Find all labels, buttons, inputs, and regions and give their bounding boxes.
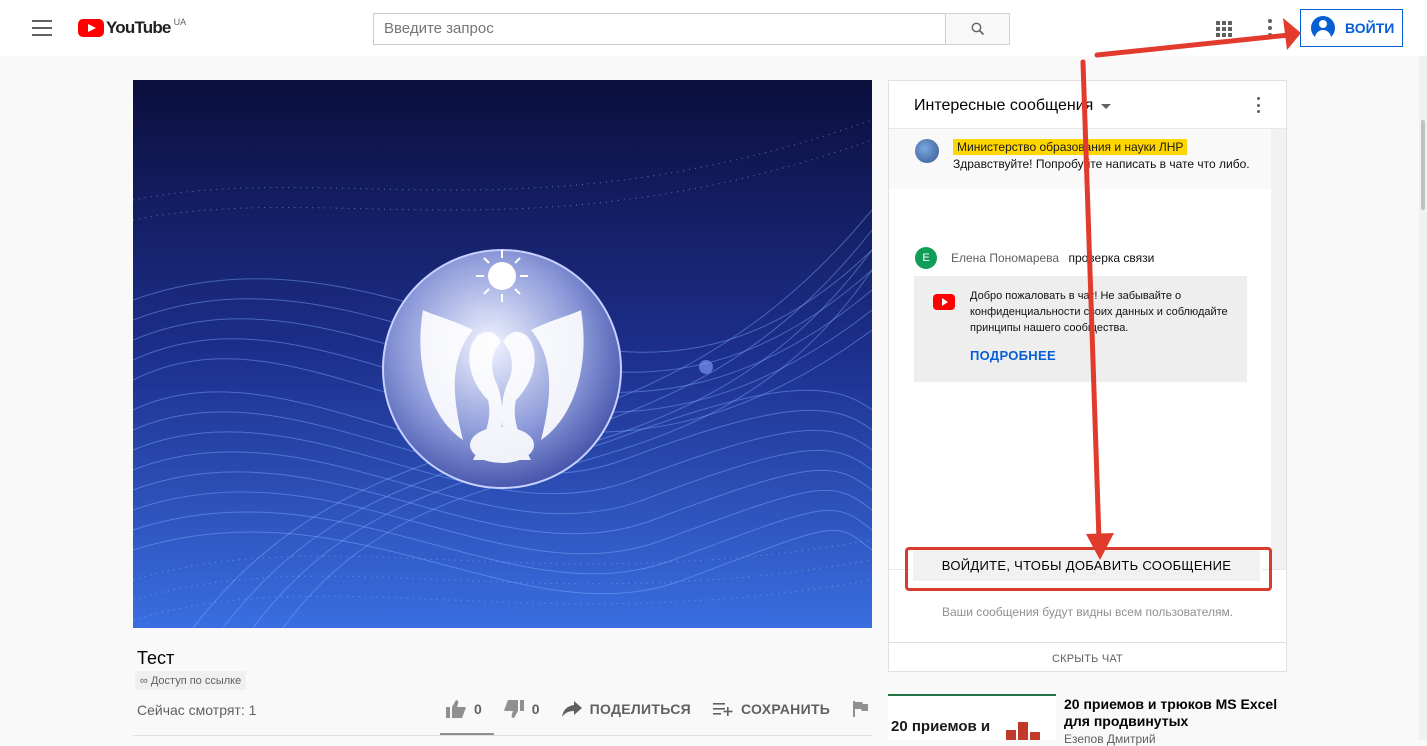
link-icon: ∞ [140,674,148,687]
thumbs-up-icon [446,700,466,718]
chart-bar-icon [1018,722,1028,740]
thumbs-down-icon [504,700,524,718]
share-icon [561,701,582,717]
logo-text: YouTube [106,18,171,37]
youtube-logo[interactable]: YouTube UA [78,17,187,37]
like-button[interactable]: 0 [446,700,482,718]
avatar[interactable]: E [915,247,937,269]
thumbnail-text: 20 приемов и [891,718,991,735]
top-bar: YouTube UA Введите запрос ВОЙТИ [0,0,1427,56]
chat-more-icon[interactable] [1257,97,1261,113]
video-title: Тест [137,648,175,668]
share-label: ПОДЕЛИТЬСЯ [589,701,691,717]
apps-grid-icon[interactable] [1216,21,1232,37]
watching-now: Сейчас смотрят: 1 [137,702,257,718]
save-button[interactable]: СОХРАНИТЬ [713,701,830,717]
video-actions: 0 0 ПОДЕЛИТЬСЯ СОХРАНИТЬ [446,700,890,718]
search-button[interactable] [946,13,1010,45]
search-input[interactable]: Введите запрос [373,13,946,45]
chat-header: Интересные сообщения [889,81,1286,129]
report-button[interactable] [852,701,869,717]
video-player[interactable] [133,80,872,628]
welcome-text: Добро пожаловать в чат! Не забывайте о к… [970,290,1228,334]
chat-scrollbar[interactable] [1271,129,1286,569]
visibility-note: Ваши сообщения будут видны всем пользова… [941,605,1234,619]
menu-icon[interactable] [32,20,52,36]
chat-author[interactable]: Елена Пономарева [951,251,1059,265]
youtube-play-icon [78,19,104,37]
divider [133,735,872,736]
chat-welcome-banner: Добро пожаловать в чат! Не забывайте о к… [914,276,1247,382]
chat-message: Елена Пономарева проверка связи [951,251,1154,265]
save-label: СОХРАНИТЬ [741,701,831,717]
avatar[interactable] [915,139,939,163]
youtube-icon [933,294,955,310]
chart-bar-icon [1030,732,1040,740]
video-thumbnail[interactable]: 20 приемов и [888,694,1056,740]
chat-mode-title[interactable]: Интересные сообщения [914,97,1093,115]
like-count: 0 [474,701,482,717]
search-icon [971,22,984,36]
chevron-down-icon[interactable] [1101,104,1111,109]
chat-message: Министерство образования и науки ЛНР Здр… [889,129,1271,189]
account-icon [1311,16,1335,40]
access-badge-label: Доступ по ссылке [150,674,242,687]
chart-bar-icon [1006,730,1016,740]
chat-message-text: Здравствуйте! Попробуйте написать в чате… [953,157,1250,171]
recommended-author[interactable]: Езепов Дмитрий [1064,732,1156,746]
access-badge: ∞ Доступ по ссылке [135,671,247,690]
chat-message-text: проверка связи [1068,251,1155,265]
annotation-highlight-box [905,547,1272,591]
video-frame-image [133,80,872,628]
learn-more-link[interactable]: ПОДРОБНЕЕ [970,348,1056,363]
signin-button[interactable]: ВОЙТИ [1300,9,1403,47]
hide-chat-button[interactable]: СКРЫТЬ ЧАТ [888,642,1287,672]
flag-icon [853,701,869,717]
page-scrollbar-thumb[interactable] [1421,120,1425,210]
playlist-add-icon [713,703,733,716]
chat-messages: Министерство образования и науки ЛНР Здр… [889,129,1286,569]
dislike-count: 0 [531,701,540,717]
recommended-title[interactable]: 20 приемов и трюков MS Excel для продвин… [1064,696,1284,730]
share-button[interactable]: ПОДЕЛИТЬСЯ [561,701,691,717]
signin-label: ВОЙТИ [1345,20,1395,36]
recommended-video[interactable]: 20 приемов и 20 приемов и трюков MS Exce… [888,694,1288,746]
settings-more-icon[interactable] [1268,19,1272,37]
dislike-button[interactable]: 0 [504,700,540,718]
chat-author-highlighted[interactable]: Министерство образования и науки ЛНР [953,139,1188,155]
logo-country: UA [173,17,187,27]
